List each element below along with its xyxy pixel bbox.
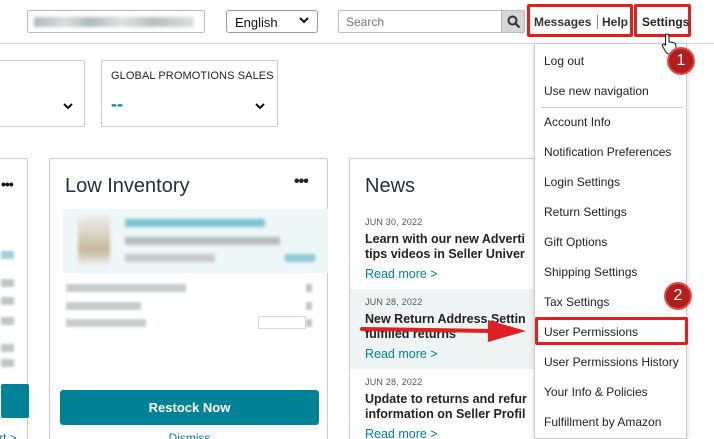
messages-help-highlight: Messages Help: [527, 4, 633, 37]
blurred-text: [125, 254, 215, 262]
menu-divider: [541, 107, 683, 108]
news-date: JUN 28, 2022: [365, 377, 423, 387]
more-dots-icon[interactable]: •••: [294, 173, 309, 191]
link-separator: [597, 15, 598, 29]
menu-item-user-permissions[interactable]: User Permissions: [544, 325, 638, 339]
menu-item-gift-options[interactable]: Gift Options: [544, 235, 607, 249]
messages-link[interactable]: Messages: [534, 15, 591, 29]
menu-item-shipping-settings[interactable]: Shipping Settings: [544, 265, 637, 279]
kpi-card-partial[interactable]: [0, 60, 85, 127]
blurred-text: [306, 319, 312, 327]
partial-link[interactable]: rt >: [0, 431, 17, 439]
chevron-down-icon: [63, 103, 73, 110]
read-more-link[interactable]: Read more >: [365, 347, 438, 361]
news-item[interactable]: JUN 30, 2022 Learn with our new Adverti …: [350, 209, 550, 289]
step-badge-1: 1: [667, 47, 695, 75]
news-card: News JUN 30, 2022 Learn with our new Adv…: [349, 158, 550, 439]
step-badge-2: 2: [664, 282, 692, 310]
partial-widget-card: ••• rt >: [0, 158, 29, 439]
menu-item-return-settings[interactable]: Return Settings: [544, 205, 627, 219]
search-button[interactable]: [501, 10, 525, 33]
news-headline[interactable]: tips videos in Seller Univer: [365, 247, 525, 262]
blurred-text: [66, 302, 141, 310]
menu-item-account-info[interactable]: Account Info: [544, 115, 611, 129]
kpi-card-global-promotions[interactable]: GLOBAL PROMOTIONS SALES --: [101, 60, 278, 127]
restock-now-button[interactable]: Restock Now: [60, 390, 319, 425]
kpi-title: GLOBAL PROMOTIONS SALES: [111, 70, 274, 82]
settings-dropdown-menu: Log out Use new navigation Account Info …: [534, 43, 688, 439]
blurred-text: [125, 237, 280, 245]
menu-item-tax-settings[interactable]: Tax Settings: [544, 295, 609, 309]
blurred-text: [66, 284, 186, 292]
language-select[interactable]: English: [226, 10, 318, 33]
blurred-text: [306, 284, 312, 292]
blurred-text: [1, 317, 14, 325]
language-selected: English: [235, 15, 278, 30]
menu-item-fulfillment-by-amazon[interactable]: Fulfillment by Amazon: [544, 415, 661, 429]
read-more-link[interactable]: Read more >: [365, 427, 438, 439]
blurred-text: [66, 319, 146, 327]
blurred-text: [1, 251, 14, 259]
news-date: JUN 30, 2022: [365, 217, 423, 227]
menu-item-user-permissions-history[interactable]: User Permissions History: [544, 355, 679, 369]
partial-action-button[interactable]: [1, 384, 29, 418]
read-more-link[interactable]: Read more >: [365, 267, 438, 281]
blurred-text: [1, 279, 14, 287]
menu-item-notification-preferences[interactable]: Notification Preferences: [544, 145, 671, 159]
red-arrow-icon: [360, 320, 526, 342]
blurred-input: [258, 316, 306, 329]
news-headline[interactable]: Update to returns and refur: [365, 392, 527, 407]
news-date: JUN 28, 2022: [365, 297, 423, 307]
blurred-text: [285, 254, 315, 262]
more-dots-icon[interactable]: •••: [1, 176, 14, 192]
blurred-text: [1, 297, 14, 305]
news-headline[interactable]: information on Seller Profil: [365, 407, 525, 422]
store-selector[interactable]: [27, 10, 205, 33]
menu-item-use-new-navigation[interactable]: Use new navigation: [544, 84, 649, 98]
menu-item-login-settings[interactable]: Login Settings: [544, 175, 620, 189]
product-thumbnail: [78, 215, 110, 265]
menu-item-your-info-policies[interactable]: Your Info & Policies: [544, 385, 648, 399]
news-headline[interactable]: Learn with our new Adverti: [365, 232, 525, 247]
chevron-down-icon: [255, 103, 265, 110]
search-icon: [507, 15, 521, 29]
product-row[interactable]: [63, 209, 328, 273]
low-inventory-card: Low Inventory ••• Restock Now Dismiss: [49, 158, 328, 439]
blurred-text: [1, 359, 14, 367]
kpi-value: --: [111, 94, 123, 114]
menu-item-log-out[interactable]: Log out: [544, 54, 584, 68]
search-input[interactable]: [338, 10, 501, 33]
card-title: Low Inventory: [65, 175, 190, 197]
blurred-text: [125, 219, 265, 227]
help-link[interactable]: Help: [602, 15, 628, 29]
news-item[interactable]: JUN 28, 2022 Update to returns and refur…: [350, 369, 550, 439]
blurred-store-name: [34, 17, 194, 27]
blurred-text: [1, 344, 14, 352]
blurred-text: [306, 302, 312, 310]
chevron-down-icon: [299, 17, 309, 24]
card-title: News: [365, 175, 416, 197]
dismiss-link[interactable]: Dismiss: [50, 431, 329, 439]
top-navigation-bar: English Messages Help Settings: [0, 0, 714, 44]
